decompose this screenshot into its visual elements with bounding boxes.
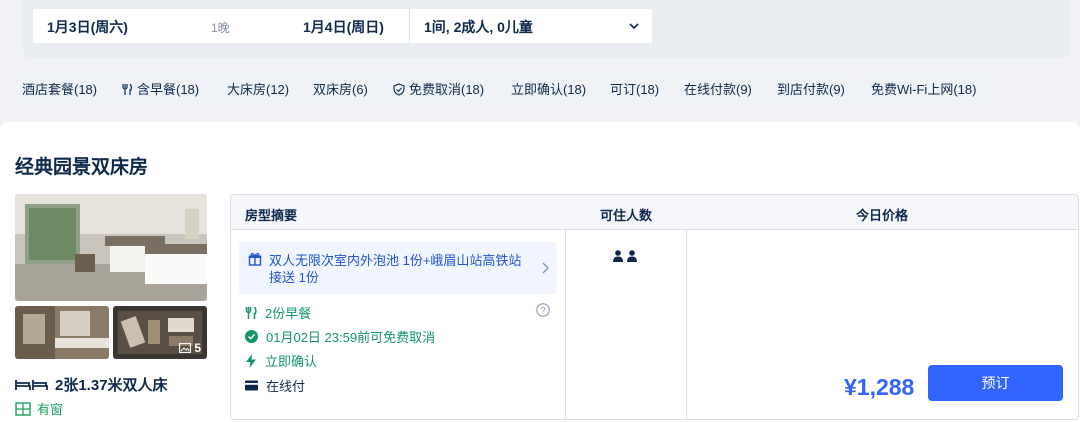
filter-label: 到店付款(9) [777, 82, 845, 97]
perk-payment-text: 在线付 [266, 379, 306, 394]
bathroom-photo-image [15, 306, 109, 359]
column-divider [565, 230, 566, 419]
photo-count: 5 [194, 341, 201, 355]
filter-label: 大床房(12) [227, 82, 290, 97]
bed-text: 2张1.37米双人床 [55, 377, 168, 394]
guest-capacity [613, 250, 637, 262]
filter-label: 可订(18) [610, 82, 660, 97]
filter-label: 在线付款(9) [684, 82, 752, 97]
filter-hotel-package[interactable]: 酒店套餐(18) [15, 74, 105, 105]
photo-count-badge: 5 [179, 341, 201, 355]
filter-label: 含早餐(18) [137, 82, 200, 97]
bed-info: 2张1.37米双人床 [15, 374, 168, 395]
filter-twin-bed[interactable]: 双床房(6) [306, 74, 375, 105]
filter-available[interactable]: 可订(18) [603, 74, 667, 105]
window-info: 有窗 [15, 399, 63, 418]
date-selector[interactable]: 1月3日(周六) 1晚 1月4日(周日) [33, 9, 409, 43]
room-photo-bathroom[interactable] [15, 306, 109, 359]
filter-breakfast[interactable]: 含早餐(18) [114, 74, 207, 105]
room-photo-amenities[interactable]: 5 [113, 306, 207, 359]
filter-pay-online[interactable]: 在线付款(9) [677, 74, 759, 105]
help-icon[interactable]: ? [536, 303, 550, 317]
filter-label: 双床房(6) [313, 82, 368, 97]
package-text: 双人无限次室内外泡池 1份+峨眉山站高铁站接送 1份 [269, 253, 522, 285]
occupancy-selector[interactable]: 1间, 2成人, 0儿童 [409, 9, 652, 43]
filter-instant-confirm[interactable]: 立即确认(18) [504, 74, 594, 105]
perk-payment: 在线付 [245, 376, 305, 395]
perk-breakfast: 2份早餐 [245, 303, 311, 322]
filter-label: 酒店套餐(18) [22, 82, 98, 97]
checkin-date[interactable]: 1月3日(周六) [47, 17, 128, 37]
room-photo-main[interactable] [15, 194, 207, 301]
chevron-down-icon [629, 23, 639, 30]
room-price: ¥1,288 [844, 374, 915, 400]
filter-label: 立即确认(18) [511, 82, 587, 97]
rate-table-header: 房型摘要 可住人数 今日价格 [231, 195, 1078, 230]
book-button[interactable]: 预订 [928, 365, 1063, 401]
filter-label: 免费Wi-Fi上网(18) [871, 82, 977, 97]
window-text: 有窗 [37, 402, 64, 417]
filter-free-cancel[interactable]: 免费取消(18) [386, 74, 492, 105]
room-card: 经典园景双床房 5 2张1.37米双人床 有窗 房型摘要 可住人数 今日价格 双… [0, 122, 1080, 422]
room-photo-image [15, 194, 207, 301]
filter-king-bed[interactable]: 大床房(12) [220, 74, 297, 105]
fork-knife-icon [245, 305, 257, 319]
perk-free-cancel: 01月02日 23:59前可免费取消 [245, 327, 435, 346]
occupancy-text: 1间, 2成人, 0儿童 [424, 19, 533, 35]
person-icon [627, 250, 637, 262]
shield-check-icon [393, 83, 405, 96]
fork-knife-icon [122, 83, 132, 95]
person-icon [613, 250, 623, 262]
perk-cancel-text: 01月02日 23:59前可免费取消 [266, 330, 436, 345]
filter-pay-at-hotel[interactable]: 到店付款(9) [770, 74, 852, 105]
perk-instant-confirm: 立即确认 [245, 351, 317, 370]
nights-count: 1晚 [211, 21, 230, 35]
image-icon [179, 343, 192, 353]
perk-breakfast-text: 2份早餐 [265, 306, 312, 321]
rate-table: 房型摘要 可住人数 今日价格 双人无限次室内外泡池 1份+峨眉山站高铁站接送 1… [230, 194, 1079, 420]
lightning-icon [246, 353, 256, 368]
svg-text:?: ? [540, 305, 545, 315]
column-divider [686, 230, 687, 419]
perk-confirm-text: 立即确认 [265, 354, 318, 369]
window-icon [15, 401, 31, 416]
gift-icon [248, 252, 262, 266]
credit-card-icon [245, 380, 258, 391]
room-title: 经典园景双床房 [15, 157, 149, 178]
bed-icon [15, 379, 48, 390]
chevron-right-icon [542, 262, 549, 274]
filter-free-wifi[interactable]: 免费Wi-Fi上网(18) [864, 74, 984, 105]
filter-label: 免费取消(18) [409, 82, 485, 97]
checkout-date[interactable]: 1月4日(周日) [303, 17, 384, 37]
check-circle-icon [245, 330, 258, 343]
header-price: 今日价格 [856, 208, 909, 223]
header-summary: 房型摘要 [245, 208, 298, 223]
package-offer[interactable]: 双人无限次室内外泡池 1份+峨眉山站高铁站接送 1份 [239, 242, 557, 294]
header-occupancy: 可住人数 [600, 208, 653, 223]
